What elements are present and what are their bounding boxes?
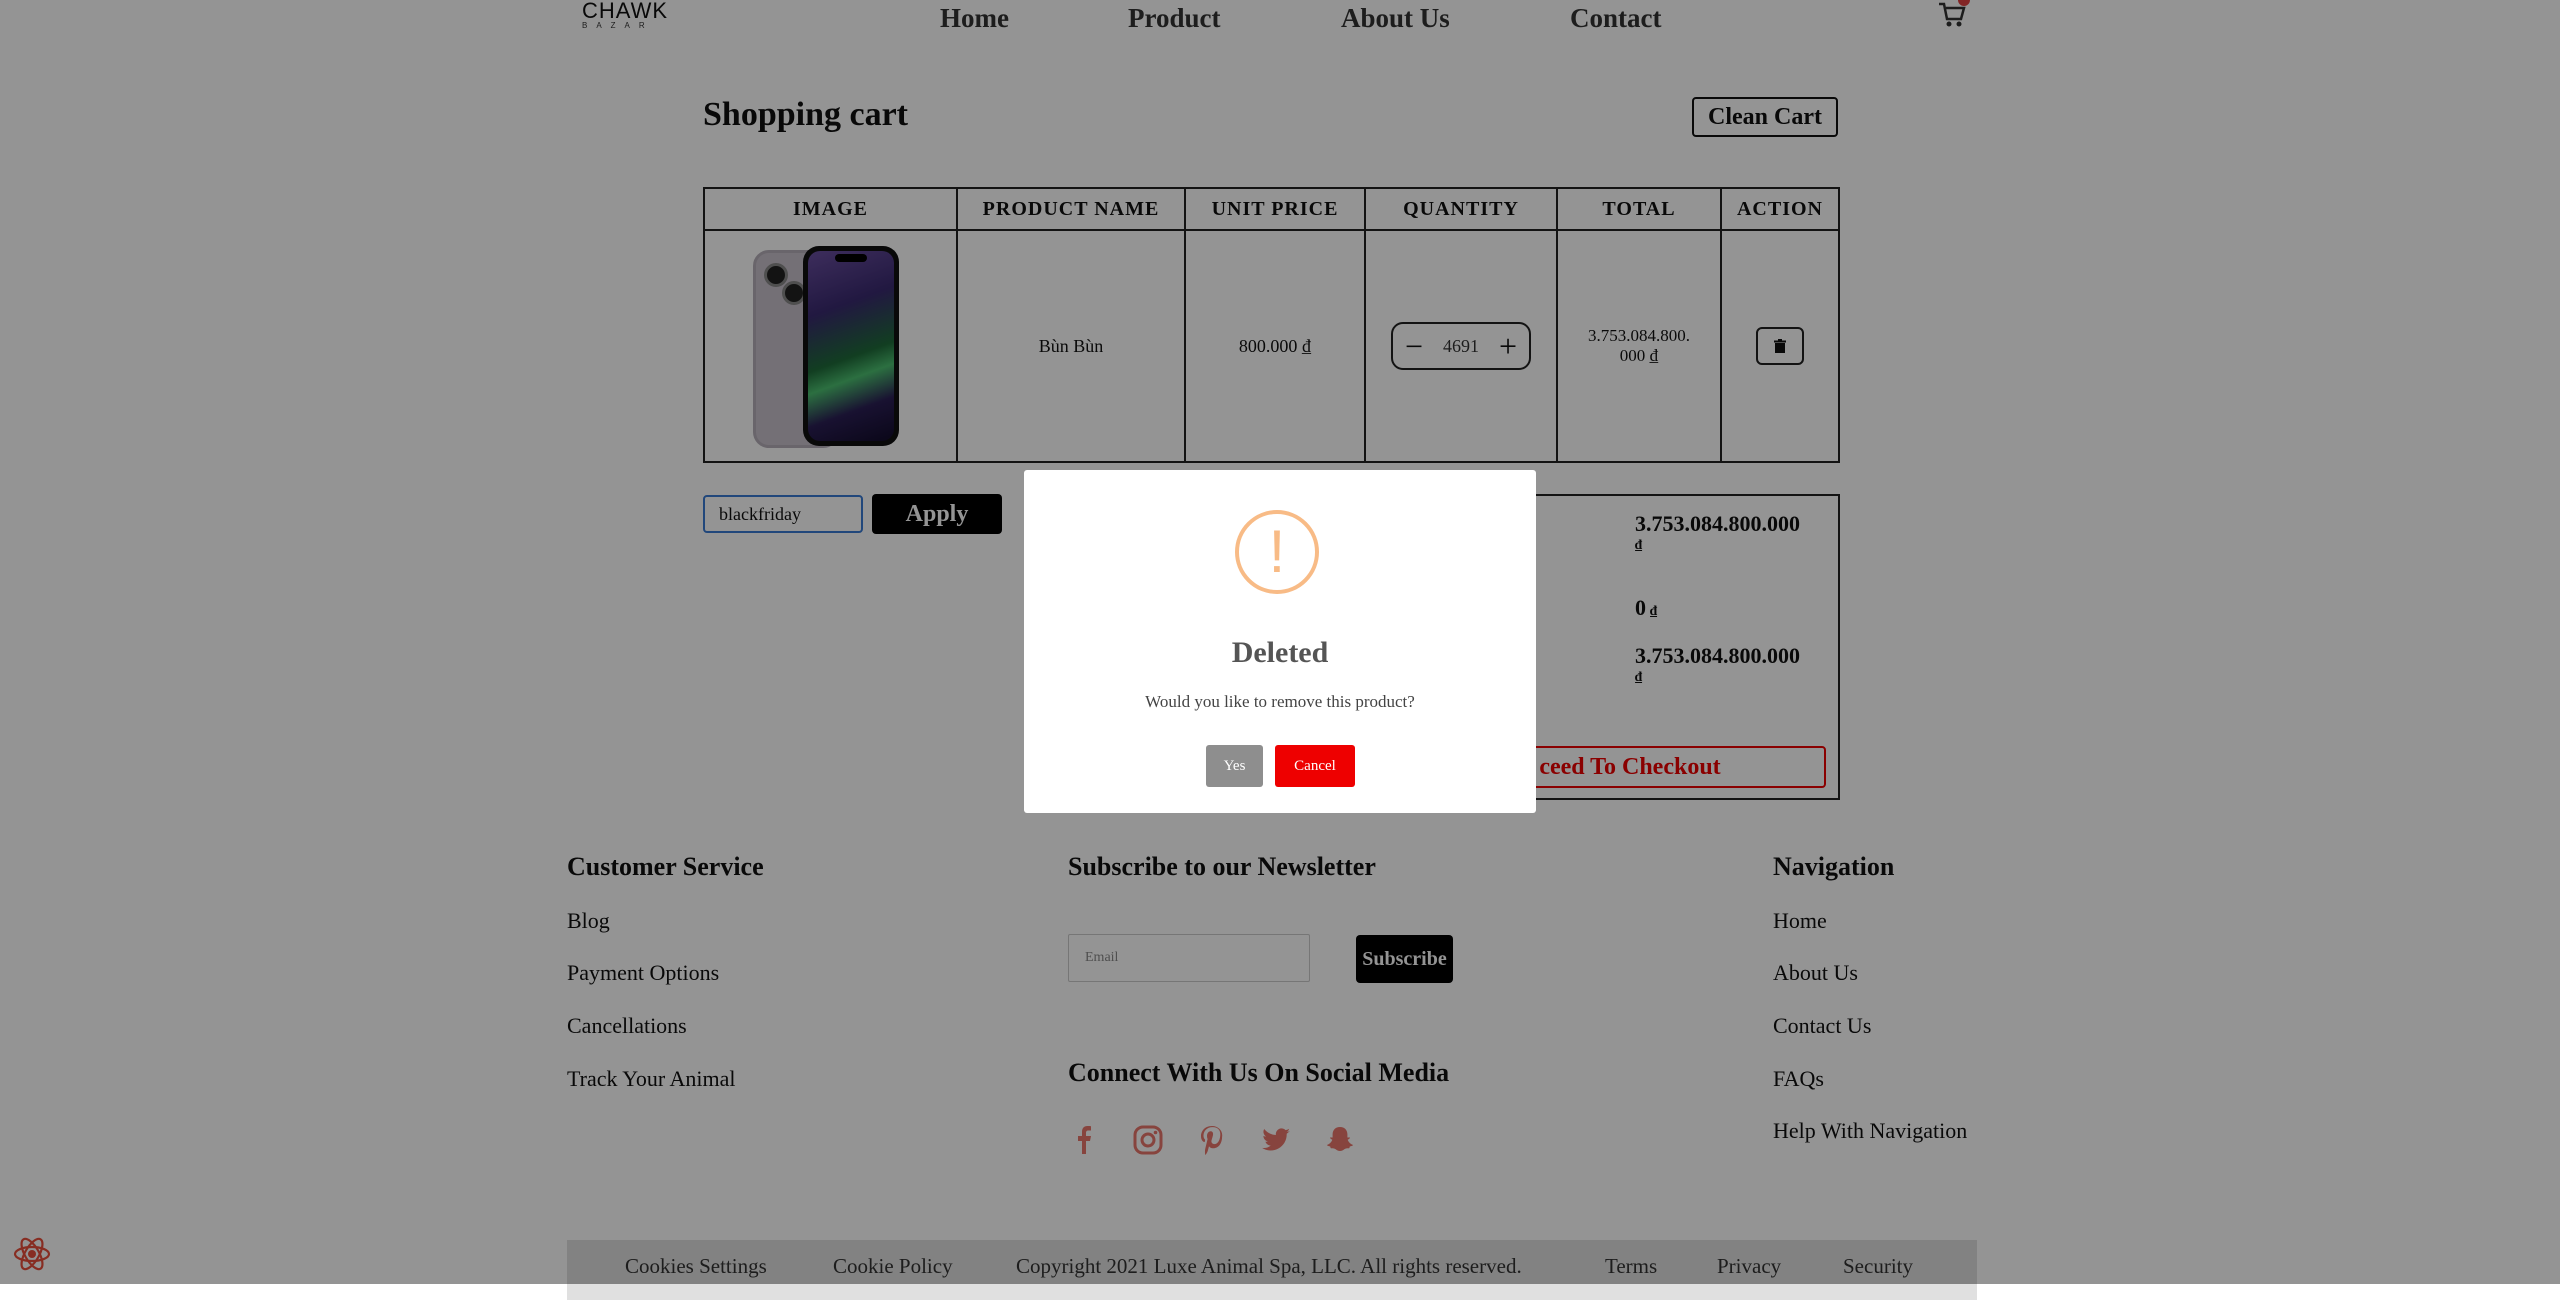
- dialog-message: Would you like to remove this product?: [1145, 692, 1415, 711]
- warning-icon: !: [1235, 510, 1319, 594]
- dialog-title: Deleted: [1231, 636, 1329, 669]
- yes-button[interactable]: Yes: [1206, 745, 1263, 787]
- cancel-button[interactable]: Cancel: [1275, 745, 1355, 787]
- confirm-dialog: ! Deleted Would you like to remove this …: [1024, 470, 1536, 813]
